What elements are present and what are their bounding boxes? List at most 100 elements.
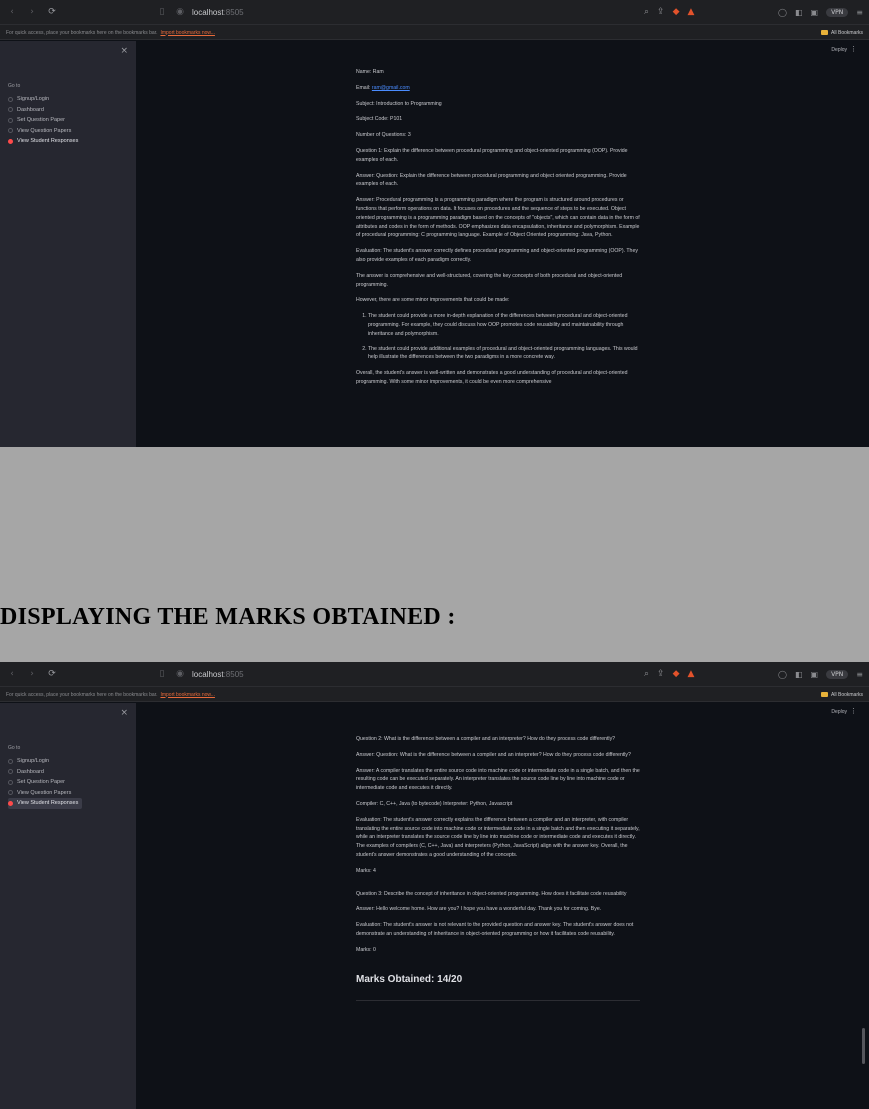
all-bookmarks-label: All Bookmarks [831, 29, 863, 36]
nav-item-view-question-papers[interactable]: View Question Papers [8, 126, 82, 137]
student-name: Name: Ram [356, 69, 384, 75]
forward-icon[interactable]: › [26, 669, 38, 679]
radio-selected-icon [8, 138, 13, 144]
nav-item-dashboard[interactable]: Dashboard [8, 767, 82, 778]
student-email: Email: ram@gmail.com [356, 84, 640, 93]
menu-icon[interactable]: ≡ [856, 670, 863, 679]
scrollbar-thumb[interactable] [862, 1028, 865, 1064]
back-icon[interactable]: ‹ [6, 669, 18, 679]
toolbar-right: ◯ ◧ ▣ VPN ≡ [778, 7, 863, 17]
address-bar-icons: ⌕ ⇪ ◆ ▲ [644, 7, 694, 17]
app-sidebar: × Go to Signup/Login Dashboard Set Quest… [0, 41, 136, 447]
email-link[interactable]: ram@gmail.com [372, 85, 410, 91]
address-bar[interactable]: ▯ ◉ localhost:8505 [156, 669, 636, 679]
bookmark-icon[interactable]: ▯ [156, 7, 168, 17]
nav-item-dashboard[interactable]: Dashboard [8, 105, 82, 116]
import-bookmarks-link[interactable]: Import bookmarks now... [160, 30, 214, 36]
evaluation-2: Evaluation: The student's answer correct… [356, 816, 640, 858]
improvements-list: The student could provide a more in-dept… [356, 312, 640, 362]
vpn-button[interactable]: VPN [826, 7, 849, 17]
nav-item-view-student-responses[interactable]: View Student Responses [8, 136, 82, 147]
share-icon[interactable]: ⇪ [657, 7, 665, 17]
nav-item-label: View Student Responses [17, 138, 79, 145]
nav-item-view-student-responses[interactable]: View Student Responses [8, 798, 83, 809]
browser-chrome: ‹ › ⟳ ▯ ◉ localhost:8505 ⌕ ⇪ ◆ ▲ ◯ ◧ ▣ V… [0, 0, 869, 40]
address-bar[interactable]: ▯ ◉ localhost:8505 [156, 7, 636, 17]
site-info-icon[interactable]: ◉ [174, 669, 186, 679]
bookmarks-bar: For quick access, place your bookmarks h… [0, 24, 869, 40]
sidebar-toggle-icon[interactable]: ◧ [795, 670, 803, 679]
kebab-menu-icon[interactable]: ⋮ [850, 45, 857, 53]
answer-2: Answer: A compiler translates the entire… [356, 767, 640, 792]
evaluation-1-improvements-intro: However, there are some minor improvemen… [356, 297, 510, 304]
evaluation-1-summary: The answer is comprehensive and well-str… [356, 272, 623, 288]
evaluation-1-overall: Overall, the student's answer is well-wr… [356, 370, 628, 385]
zoom-icon[interactable]: ⌕ [644, 7, 649, 17]
close-icon[interactable]: × [120, 46, 128, 56]
brave-shield-icon[interactable]: ◆ [673, 669, 680, 679]
marks-obtained-heading: Marks Obtained: 14/20 [356, 973, 463, 985]
nav-item-view-question-papers[interactable]: View Question Papers [8, 788, 82, 799]
nav-item-label: Signup/Login [17, 758, 50, 765]
all-bookmarks-label: All Bookmarks [831, 691, 863, 698]
bookmark-icon[interactable]: ▯ [156, 669, 168, 679]
nav-item-label: View Question Papers [17, 789, 72, 796]
goto-label: Go to [8, 83, 21, 89]
reload-icon[interactable]: ⟳ [46, 669, 58, 679]
answer-2-examples: Compiler: C, C++, Java (to bytecode) Int… [356, 800, 513, 807]
leo-icon[interactable]: ◯ [778, 670, 787, 679]
menu-icon[interactable]: ≡ [856, 8, 863, 17]
url-row: ‹ › ⟳ ▯ ◉ localhost:8505 ⌕ ⇪ ◆ ▲ ◯ ◧ ▣ V… [0, 0, 869, 24]
leo-icon[interactable]: ◯ [778, 8, 787, 17]
browser-window-1: ‹ › ⟳ ▯ ◉ localhost:8505 ⌕ ⇪ ◆ ▲ ◯ ◧ ▣ V… [0, 0, 869, 447]
forward-icon[interactable]: › [26, 7, 38, 17]
student-response-content: Name: Ram Email: ram@gmail.com Subject: … [356, 68, 640, 394]
sidebar-toggle-icon[interactable]: ◧ [795, 8, 803, 17]
back-icon[interactable]: ‹ [6, 7, 18, 17]
nav-item-label: Signup/Login [17, 96, 50, 103]
zoom-icon[interactable]: ⌕ [644, 669, 649, 679]
nav-item-signup-login[interactable]: Signup/Login [8, 94, 82, 105]
radio-icon [8, 769, 13, 775]
bookmarks-bar: For quick access, place your bookmarks h… [0, 686, 869, 702]
radio-icon [8, 779, 13, 785]
url-port: :8505 [223, 7, 244, 17]
url-host: localhost [192, 7, 224, 17]
answer-1: Answer: Procedural programming is a prog… [356, 197, 640, 239]
import-bookmarks-link[interactable]: Import bookmarks now... [160, 692, 214, 698]
subject-code: Subject Code: P101 [356, 116, 403, 123]
deploy-button[interactable]: Deploy [831, 47, 847, 53]
vpn-button[interactable]: VPN [826, 669, 849, 679]
evaluation-3: Evaluation: The student's answer is not … [356, 922, 634, 937]
toolbar-right: ◯ ◧ ▣ VPN ≡ [778, 669, 863, 679]
nav-item-set-question-paper[interactable]: Set Question Paper [8, 777, 82, 788]
radio-icon [8, 790, 13, 796]
brave-shield-icon[interactable]: ◆ [673, 7, 680, 17]
subject: Subject: Introduction to Programming [356, 100, 442, 107]
question-2: Question 2: What is the difference betwe… [356, 736, 616, 742]
all-bookmarks-button[interactable]: All Bookmarks [821, 692, 863, 698]
nav-item-label: Dashboard [17, 106, 44, 113]
deploy-button[interactable]: Deploy [831, 709, 847, 715]
brave-rewards-icon[interactable]: ▲ [688, 669, 695, 679]
bookmarks-bar-text: For quick access, place your bookmarks h… [6, 691, 158, 698]
site-info-icon[interactable]: ◉ [174, 7, 186, 17]
evaluation-1: Evaluation: The student's answer correct… [356, 248, 638, 263]
url-port: :8505 [223, 669, 244, 679]
brave-rewards-icon[interactable]: ▲ [688, 7, 695, 17]
nav-item-signup-login[interactable]: Signup/Login [8, 756, 82, 767]
radio-icon [8, 96, 13, 102]
nav-item-label: Set Question Paper [17, 117, 66, 124]
nav-item-label: View Student Responses [17, 800, 79, 807]
divider [356, 999, 640, 1001]
share-icon[interactable]: ⇪ [657, 669, 665, 679]
caption-heading: DISPLAYING THE MARKS OBTAINED : [0, 604, 456, 630]
wallet-icon[interactable]: ▣ [811, 670, 819, 679]
close-icon[interactable]: × [120, 708, 128, 718]
wallet-icon[interactable]: ▣ [811, 8, 819, 17]
kebab-menu-icon[interactable]: ⋮ [850, 707, 857, 715]
all-bookmarks-button[interactable]: All Bookmarks [821, 30, 863, 36]
goto-label: Go to [8, 745, 21, 751]
nav-item-set-question-paper[interactable]: Set Question Paper [8, 115, 82, 126]
reload-icon[interactable]: ⟳ [46, 7, 58, 17]
